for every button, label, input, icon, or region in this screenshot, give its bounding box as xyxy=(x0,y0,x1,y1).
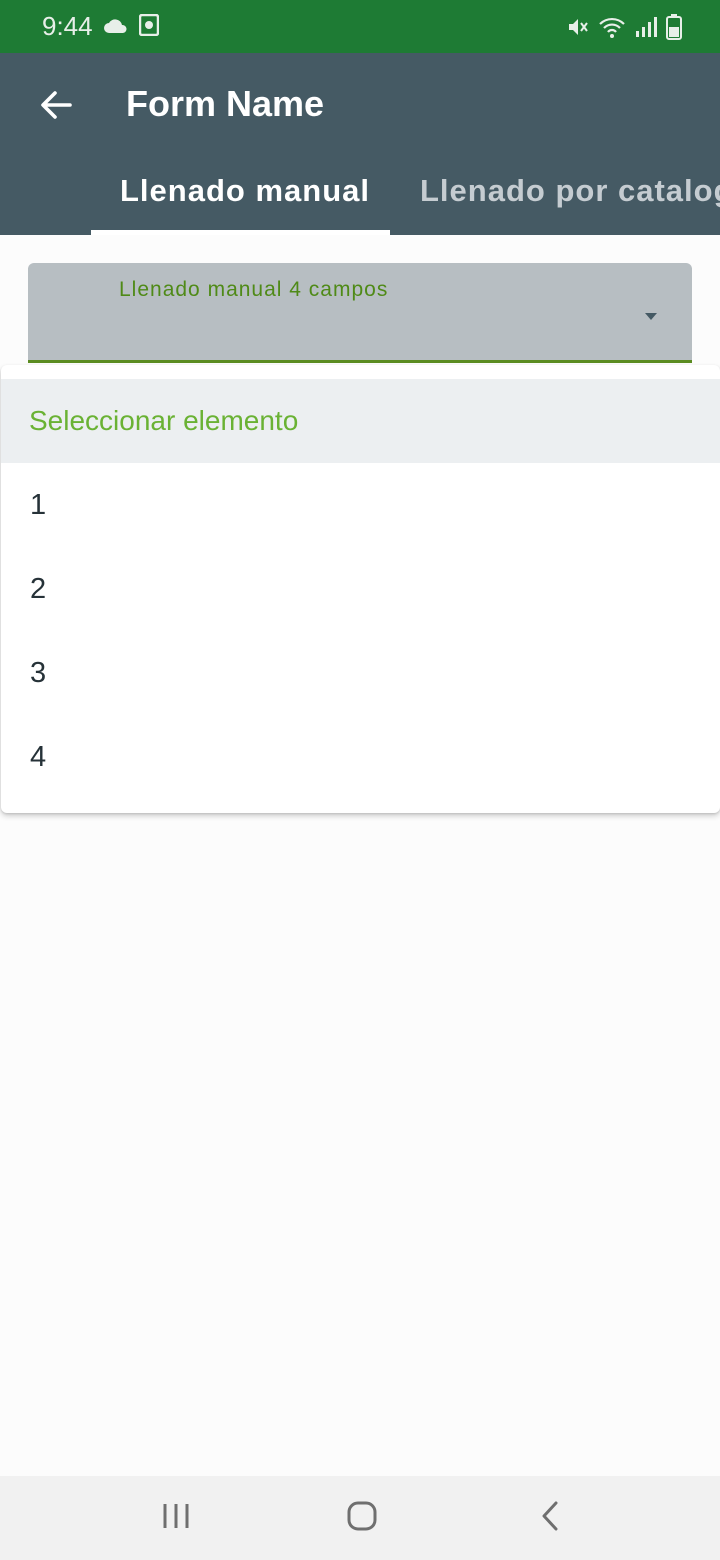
tab-llenado-manual[interactable]: Llenado manual xyxy=(120,173,370,209)
tab-indicator xyxy=(91,230,390,235)
signal-icon xyxy=(634,15,658,44)
dropdown-menu: Seleccionar elemento 1 2 3 4 xyxy=(1,365,720,813)
tab-llenado-por-catalogo[interactable]: Llenado por catalogo xyxy=(420,173,720,209)
back-button[interactable] xyxy=(32,83,80,131)
status-time: 9:44 xyxy=(42,11,93,41)
page-title: Form Name xyxy=(126,83,325,124)
nav-back-button[interactable] xyxy=(520,1494,580,1542)
app-bar: Form Name Llenado manual Llenado por cat… xyxy=(0,53,720,235)
battery-icon xyxy=(666,14,682,45)
option-label: 3 xyxy=(30,656,47,689)
option-label: 4 xyxy=(30,740,47,773)
mute-icon xyxy=(566,15,590,44)
status-bar: 9:44 xyxy=(0,0,720,53)
dropdown-option[interactable]: 1 xyxy=(1,463,720,547)
recents-button[interactable] xyxy=(146,1494,206,1542)
home-icon xyxy=(346,1500,378,1537)
caret-down-icon xyxy=(644,308,658,326)
recents-icon xyxy=(161,1502,191,1535)
option-label: 1 xyxy=(30,488,47,521)
system-nav-bar xyxy=(0,1476,720,1560)
screenshot-icon xyxy=(138,13,160,41)
dropdown-placeholder-label: Seleccionar elemento xyxy=(29,405,299,436)
dropdown-option[interactable]: 3 xyxy=(1,631,720,715)
wifi-icon xyxy=(598,15,626,44)
dropdown-option[interactable]: 2 xyxy=(1,547,720,631)
cloud-icon xyxy=(103,16,129,39)
arrow-left-icon xyxy=(39,90,73,125)
home-button[interactable] xyxy=(332,1494,392,1542)
back-icon xyxy=(539,1500,561,1537)
option-label: 2 xyxy=(30,572,47,605)
select-label: Llenado manual 4 campos xyxy=(119,278,389,301)
dropdown-placeholder-option[interactable]: Seleccionar elemento xyxy=(1,379,720,463)
element-select[interactable]: Llenado manual 4 campos xyxy=(28,263,692,363)
dropdown-option[interactable]: 4 xyxy=(1,715,720,799)
